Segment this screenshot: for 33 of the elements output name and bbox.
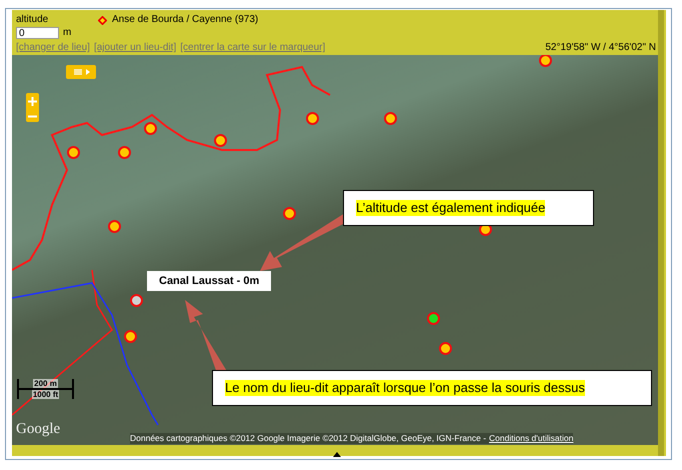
text-link[interactable]: [centrer la carte sur le marqueur] [180,42,326,54]
altitude-label: altitude [16,14,50,26]
coordinates: 52°19'58" W / 4°56'02" N [545,42,656,54]
text-link[interactable]: [changer de lieu] [16,42,90,54]
play-arrow-icon [86,69,90,75]
current-location-marker[interactable] [427,312,440,325]
place-marker[interactable] [124,330,137,343]
collapse-arrow-icon[interactable] [333,452,341,457]
terms-link[interactable]: Conditions d'utilisation [489,433,574,444]
place-marker[interactable] [118,146,131,159]
place-marker[interactable] [108,220,121,233]
altitude-input[interactable]: 0 [16,27,59,39]
hovered-marker[interactable] [130,294,143,307]
scale-label: 200 m [33,379,58,388]
callout-text: L’altitude est également indiquée [356,200,546,216]
place-marker[interactable] [306,112,319,125]
text-link[interactable]: [ajouter un lieu-dit] [94,42,176,54]
unit-label: m [63,27,72,39]
place-tooltip: Canal Laussat - 0m [147,271,272,291]
place-name: Anse de Bourda / Cayenne (973) [112,14,258,26]
place-marker[interactable] [283,207,296,220]
place-marker[interactable] [214,134,227,147]
place-marker[interactable] [144,122,157,135]
place-marker[interactable] [439,342,452,355]
layers-icon [72,68,82,76]
diamond-marker-icon [98,16,107,24]
map-attribution: Données cartographiques ©2012 Google Imagerie ©2012 DigitalGlobe, GeoEye, IGN-France - [130,433,486,444]
callout-text: Le nom du lieu-dit apparaît lorsque l’on passe la souris dessus [225,380,585,396]
place-marker[interactable] [67,146,80,159]
map-logo[interactable]: Google [16,421,60,438]
scale-label: 1000 ft [32,390,60,399]
place-marker[interactable] [539,55,552,67]
place-marker[interactable] [384,112,397,125]
